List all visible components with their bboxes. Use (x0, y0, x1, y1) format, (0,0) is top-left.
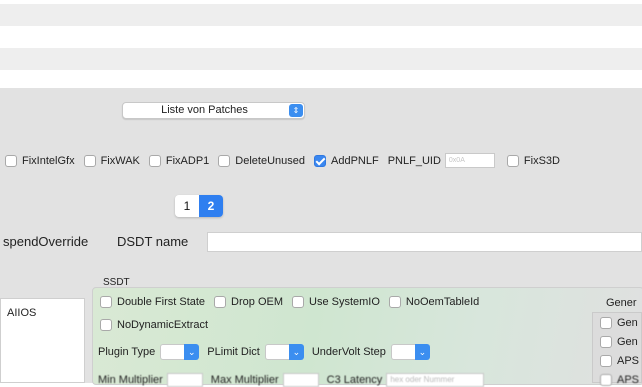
no-oem-table-id[interactable]: NoOemTableId (388, 296, 480, 308)
no-oem-table-id-label: NoOemTableId (405, 296, 480, 308)
pnlf-uid-input[interactable]: 0x0A (444, 153, 495, 168)
no-dynamic-extract-label: NoDynamicExtract (117, 319, 209, 331)
fix-s3d[interactable]: FixS3D (506, 154, 560, 167)
checkbox[interactable] (218, 154, 231, 167)
fix-intelgfx[interactable]: FixIntelGfx (5, 154, 75, 167)
generate-item-label: Gen (617, 336, 638, 348)
checkbox[interactable] (100, 319, 112, 331)
chevron-down-icon: ⌄ (184, 344, 200, 360)
ssdt-dropdowns-row: Plugin Type ⌄ PLimit Dict ⌄ UnderVolt St… (98, 344, 438, 360)
background-stripe (0, 48, 642, 70)
generate-item-label: Gen (617, 317, 638, 329)
add-pnlf[interactable]: AddPNLF (314, 154, 379, 167)
aiios-label: AIIOS (7, 307, 37, 319)
c3-latency-input[interactable]: hex oder Nummer (386, 373, 485, 387)
plugin-type-label: Plugin Type (98, 346, 156, 358)
max-multiplier-label: Max Multiplier (210, 374, 279, 386)
patches-popup-label: Liste von Patches (161, 104, 248, 116)
background-stripe (0, 4, 642, 26)
checkbox[interactable] (292, 296, 305, 308)
dsdt-name-label: DSDT name (117, 234, 189, 249)
ssdt-title: SSDT (103, 277, 130, 288)
double-first-state-label: Double First State (117, 296, 206, 308)
min-multiplier-label: Min Multiplier (98, 374, 163, 386)
c3-latency-label: C3 Latency (326, 374, 383, 386)
plimit-dict-label: PLimit Dict (207, 346, 260, 358)
pnlf-uid-label: PNLF_UID (387, 154, 441, 167)
fix-adp1[interactable]: FixADP1 (148, 154, 210, 167)
drop-oem-label: Drop OEM (231, 296, 284, 308)
plimit-dict-dropdown[interactable]: ⌄ (264, 344, 304, 360)
generate-item-2[interactable]: Gen (600, 336, 638, 348)
plugin-type-dropdown[interactable]: ⌄ (160, 344, 200, 360)
min-multiplier-input[interactable] (166, 373, 203, 387)
generate-item-1[interactable]: Gen (600, 317, 638, 329)
undervolt-step-label: UnderVolt Step (311, 346, 386, 358)
checkbox[interactable] (148, 154, 161, 167)
generate-item-4[interactable]: APS (600, 374, 639, 386)
checkbox[interactable] (5, 154, 17, 167)
generate-item-label: APS (617, 374, 640, 386)
generate-item-3[interactable]: APS (600, 355, 639, 367)
fix-wak-label: FixWAK (100, 154, 140, 167)
page-2-button[interactable]: 2 (199, 195, 223, 217)
double-first-state[interactable]: Double First State (100, 296, 205, 308)
checkbox[interactable] (388, 296, 401, 308)
chevron-down-icon: ⌄ (414, 344, 430, 360)
fix-s3d-label: FixS3D (523, 154, 560, 167)
chevron-updown-icon: ⇕ (289, 104, 303, 117)
ssdt-multiplier-row: Min Multiplier Max Multiplier C3 Latency… (98, 373, 492, 387)
use-systemio[interactable]: Use SystemIO (292, 296, 380, 308)
aiios-list[interactable]: AIIOS (0, 298, 85, 383)
generate-item-label: APS (617, 355, 640, 367)
no-dynamic-extract[interactable]: NoDynamicExtract (100, 319, 208, 331)
delete-unused[interactable]: DeleteUnused (218, 154, 306, 167)
checkbox[interactable] (600, 317, 612, 329)
fixes-row: FixIntelGfx FixWAK FixADP1 DeleteUnused … (5, 153, 569, 168)
checkbox[interactable] (600, 355, 612, 367)
dsdt-name-input[interactable] (207, 232, 642, 252)
checkbox[interactable] (600, 336, 612, 348)
checkbox[interactable] (600, 374, 612, 386)
delete-unused-label: DeleteUnused (235, 154, 306, 167)
fix-intelgfx-label: FixIntelGfx (22, 154, 75, 167)
drop-oem[interactable]: Drop OEM (214, 296, 283, 308)
checkbox[interactable] (83, 154, 96, 167)
chevron-down-icon: ⌄ (288, 344, 304, 360)
ssdt-options-row: Double First State Drop OEM Use SystemIO… (100, 296, 488, 308)
patches-popup[interactable]: Liste von Patches ⇕ (122, 102, 305, 119)
add-pnlf-label: AddPNLF (331, 154, 379, 167)
checkbox[interactable] (506, 154, 519, 167)
generate-title: Gener (606, 297, 637, 309)
fix-adp1-label: FixADP1 (165, 154, 210, 167)
checkbox[interactable] (214, 296, 227, 308)
checkbox[interactable] (100, 296, 112, 308)
checkbox-checked[interactable] (314, 154, 327, 167)
max-multiplier-input[interactable] (282, 373, 319, 387)
use-systemio-label: Use SystemIO (309, 296, 380, 308)
undervolt-step-dropdown[interactable]: ⌄ (390, 344, 430, 360)
fix-wak[interactable]: FixWAK (83, 154, 140, 167)
page-selector: 1 2 (175, 195, 223, 217)
suspend-override-label: spendOverride (3, 234, 89, 249)
page-1-button[interactable]: 1 (175, 195, 199, 217)
